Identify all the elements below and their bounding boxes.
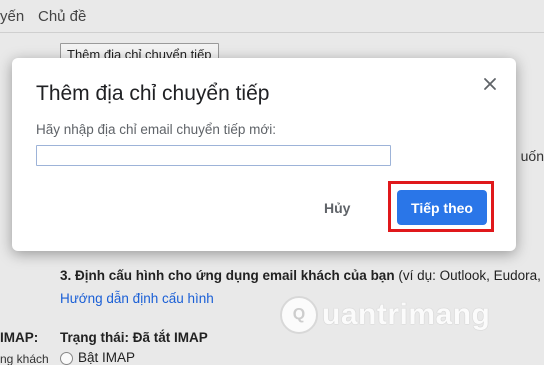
step3-heading: 3. Định cấu hình cho ứng dụng email khác… [60,268,395,283]
add-forwarding-dialog: Thêm địa chỉ chuyển tiếp Hãy nhập địa ch… [12,58,516,251]
watermark-text: uantrimang [322,298,491,331]
forwarding-email-input[interactable] [36,145,391,166]
imap-label: IMAP: [0,330,39,345]
truncated-text-left: ng khách [0,352,49,365]
step3-text: 3. Định cấu hình cho ứng dụng email khác… [60,268,541,283]
tab-divider [0,32,544,33]
cancel-button[interactable]: Hủy [324,200,350,216]
enable-imap-label[interactable]: Bật IMAP [78,350,135,365]
configuration-guide-link[interactable]: Hướng dẫn định cấu hình [60,291,214,306]
next-button[interactable]: Tiếp theo [397,190,487,225]
tab-topics[interactable]: Chủ đề [38,8,86,25]
enable-imap-radio[interactable] [60,352,73,365]
gmail-settings-page: yến Chủ đề Thêm địa chỉ chuyển tiếp uốn … [0,0,544,365]
truncated-text-right: uốn [520,148,544,164]
tab-partial[interactable]: yến [0,8,24,25]
email-prompt-label: Hãy nhập địa chỉ email chuyển tiếp mới: [36,122,276,137]
step3-note: (ví dụ: Outlook, Eudora, [394,268,541,283]
watermark-logo: Q [280,296,318,334]
watermark: Q uantrimang [280,296,490,334]
close-icon[interactable] [478,72,502,96]
dialog-title: Thêm địa chỉ chuyển tiếp [36,82,270,105]
imap-status: Trạng thái: Đã tắt IMAP [60,330,208,345]
